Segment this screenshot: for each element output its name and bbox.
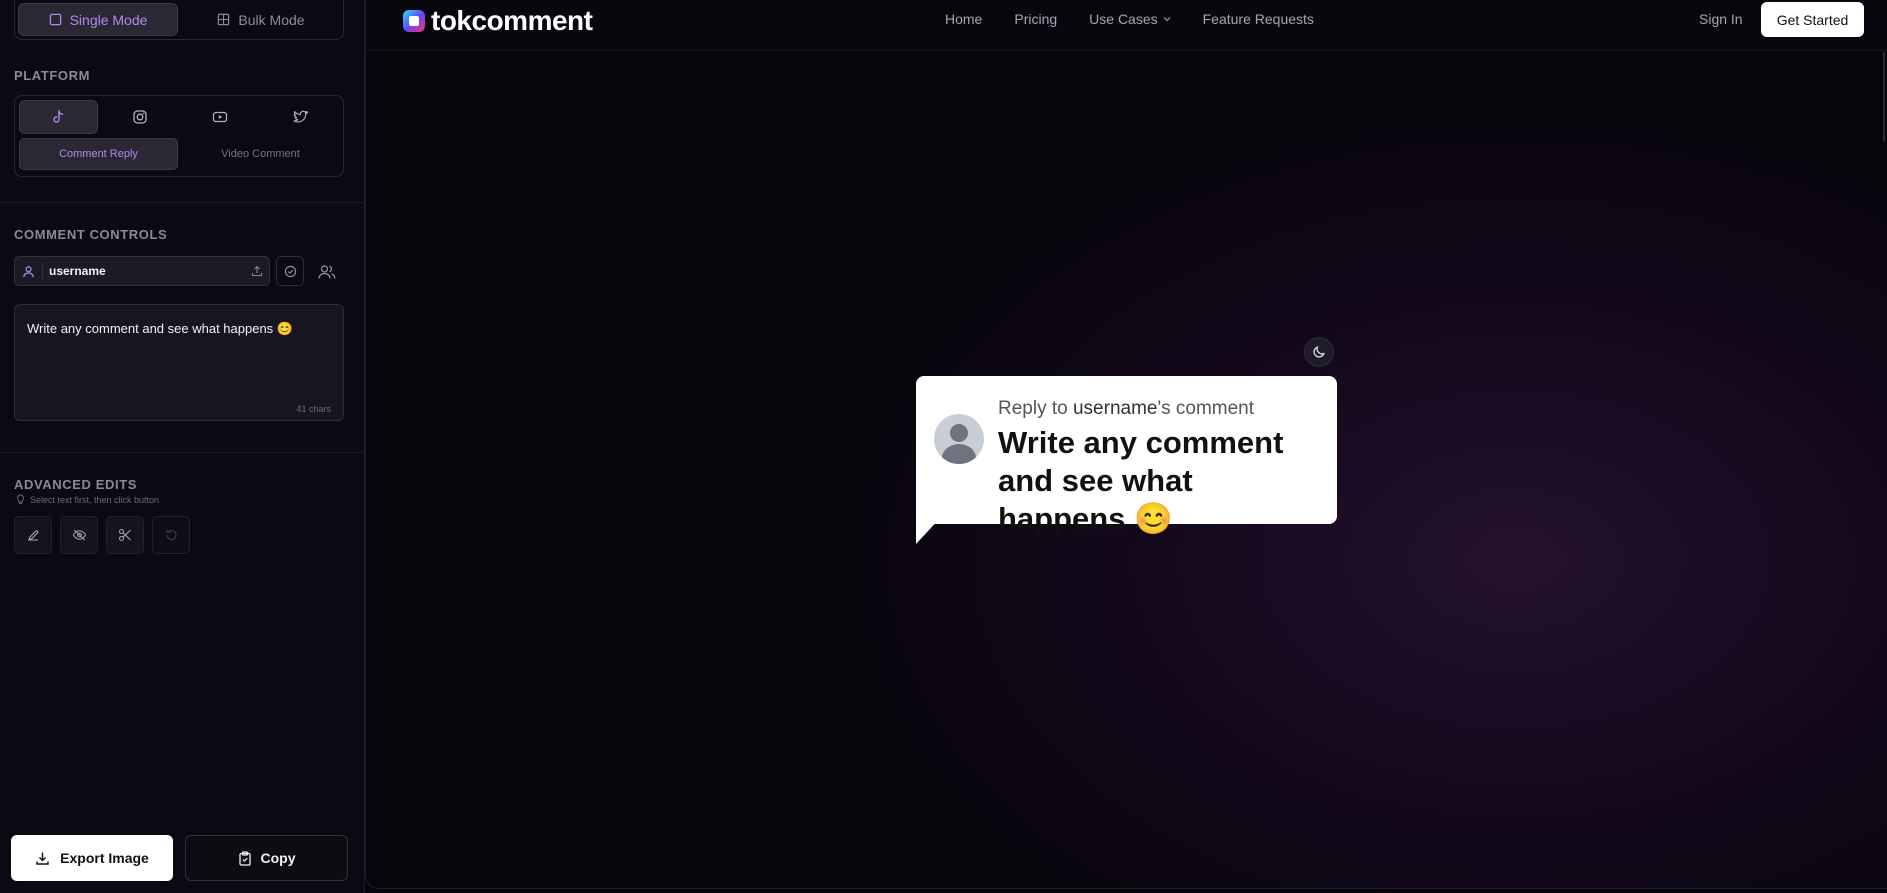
reply-suffix: 's comment: [1157, 398, 1255, 419]
comment-controls-title: COMMENT CONTROLS: [14, 227, 168, 242]
user-icon: [15, 262, 43, 280]
highlight-button[interactable]: [14, 516, 52, 554]
char-count: 41 chars: [296, 404, 331, 414]
edit-toolbar: [14, 516, 190, 554]
nav-home[interactable]: Home: [945, 11, 982, 27]
comment-editor: Write any comment and see what happens 😊…: [14, 304, 344, 421]
reply-to-line: Reply to username's comment: [998, 398, 1254, 420]
pen-icon: [28, 530, 39, 541]
nav-use-cases-label: Use Cases: [1089, 11, 1158, 27]
comment-reply-tab[interactable]: Comment Reply: [19, 138, 178, 170]
nav-pricing[interactable]: Pricing: [1014, 11, 1057, 27]
platform-title: PLATFORM: [14, 68, 91, 83]
divider: [0, 202, 365, 203]
logo[interactable]: tokcomment: [403, 5, 593, 37]
advanced-hint: Select text first, then click button: [16, 494, 159, 505]
sidebar: Single Mode Bulk Mode PLATFORM Comment R…: [0, 0, 365, 893]
chevron-down-icon: [1163, 17, 1171, 22]
mode-switch: Single Mode Bulk Mode: [14, 0, 344, 40]
username-field: [14, 256, 270, 286]
scrollbar[interactable]: [1883, 52, 1885, 142]
main-canvas: tokcomment Home Pricing Use Cases Featur…: [365, 0, 1887, 889]
copy-button[interactable]: Copy: [185, 835, 348, 881]
youtube-icon: [213, 111, 228, 123]
bulk-mode-label: Bulk Mode: [238, 11, 305, 28]
platform-selector: Comment Reply Video Comment: [14, 95, 344, 177]
divider: [0, 452, 365, 453]
comment-preview-bubble: Reply to username's comment Write any co…: [916, 376, 1337, 536]
single-mode-label: Single Mode: [69, 11, 148, 28]
undo-button[interactable]: [152, 516, 190, 554]
single-mode-button[interactable]: Single Mode: [18, 3, 178, 36]
square-icon: [49, 13, 61, 26]
bulk-mode-button[interactable]: Bulk Mode: [182, 3, 340, 36]
scissors-icon: [118, 528, 131, 542]
copy-label: Copy: [260, 850, 296, 866]
twitter-icon: [293, 110, 308, 123]
upload-avatar-icon[interactable]: [245, 265, 269, 277]
username-input[interactable]: [43, 264, 245, 278]
download-icon: [36, 852, 49, 865]
comment-textarea[interactable]: Write any comment and see what happens 😊: [15, 305, 343, 420]
sign-in-link[interactable]: Sign In: [1699, 11, 1743, 27]
moon-icon: [1313, 346, 1325, 358]
eye-off-icon: [72, 529, 86, 541]
instagram-icon: [133, 110, 147, 124]
undo-icon: [166, 529, 177, 541]
cut-button[interactable]: [106, 516, 144, 554]
lightbulb-icon: [17, 494, 24, 504]
logo-text: tokcomment: [431, 5, 593, 36]
clipboard-icon: [238, 850, 251, 866]
check-circle-icon: [284, 265, 296, 277]
advanced-hint-text: Select text first, then click button: [30, 494, 160, 505]
export-image-button[interactable]: Export Image: [11, 835, 173, 881]
verified-toggle-button[interactable]: [276, 256, 304, 286]
export-image-label: Export Image: [60, 850, 149, 866]
top-navbar: tokcomment Home Pricing Use Cases Featur…: [366, 0, 1887, 51]
avatar: [934, 414, 984, 464]
platform-twitter[interactable]: [263, 100, 340, 134]
grid-icon: [218, 13, 230, 26]
logo-icon: [403, 10, 425, 32]
advanced-edits-title: ADVANCED EDITS: [14, 477, 138, 492]
platform-instagram[interactable]: [102, 100, 179, 134]
users-icon[interactable]: [314, 259, 340, 285]
theme-toggle-button[interactable]: [1304, 337, 1334, 367]
reply-prefix: Reply to: [998, 398, 1068, 419]
hide-text-button[interactable]: [60, 516, 98, 554]
app-root: Single Mode Bulk Mode PLATFORM Comment R…: [0, 0, 1887, 893]
main-nav: Home Pricing Use Cases Feature Requests: [945, 11, 1314, 27]
nav-feature-requests[interactable]: Feature Requests: [1203, 11, 1314, 27]
tiktok-icon: [53, 110, 64, 123]
platform-youtube[interactable]: [182, 100, 259, 134]
get-started-button[interactable]: Get Started: [1761, 2, 1864, 37]
video-comment-tab[interactable]: Video Comment: [182, 138, 339, 170]
preview-comment-text: Write any comment and see what happens 😊: [998, 425, 1284, 536]
reply-username: username: [1072, 398, 1158, 419]
nav-use-cases[interactable]: Use Cases: [1089, 11, 1171, 27]
platform-tiktok[interactable]: [19, 100, 98, 134]
